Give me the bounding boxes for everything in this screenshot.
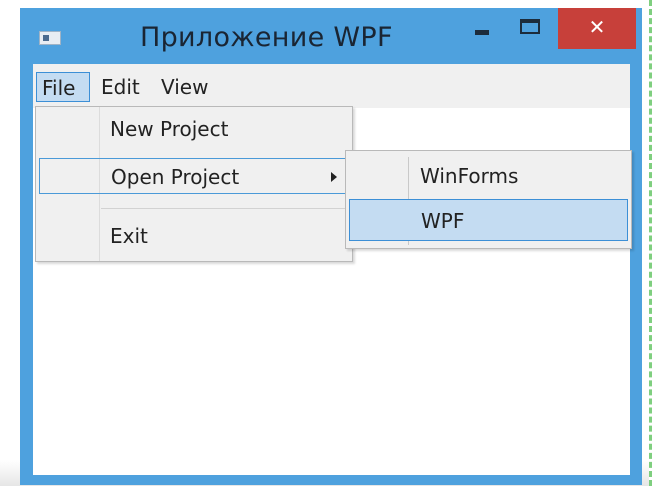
menu-item-new-project[interactable]: New Project xyxy=(39,111,349,147)
menu-separator xyxy=(101,208,349,209)
app-icon[interactable] xyxy=(39,31,61,45)
menu-edit[interactable]: Edit xyxy=(96,72,145,102)
submenu-arrow-icon xyxy=(331,172,337,182)
open-project-submenu: WinForms WPF xyxy=(345,150,632,249)
submenu-item-label: WPF xyxy=(421,209,465,233)
menu-item-exit[interactable]: Exit xyxy=(39,218,349,254)
title-bar[interactable]: Приложение WPF ✕ xyxy=(20,8,642,66)
menu-item-label: Open Project xyxy=(111,165,240,189)
file-dropdown-menu: New Project Open Project Exit xyxy=(35,106,353,262)
menu-bar: File Edit View xyxy=(33,64,630,108)
client-area: File Edit View New Project Open Project … xyxy=(33,64,632,475)
minimize-icon[interactable] xyxy=(475,30,489,35)
window-title: Приложение WPF xyxy=(140,22,393,53)
menu-item-label: New Project xyxy=(110,117,229,141)
submenu-item-label: WinForms xyxy=(420,164,519,188)
app-window: Приложение WPF ✕ File Edit View New Proj… xyxy=(20,8,642,485)
submenu-item-wpf[interactable]: WPF xyxy=(349,199,628,241)
menu-view[interactable]: View xyxy=(156,72,213,102)
submenu-item-winforms[interactable]: WinForms xyxy=(349,155,628,197)
maximize-icon[interactable] xyxy=(520,19,540,34)
menu-file[interactable]: File xyxy=(36,72,90,102)
menu-item-open-project[interactable]: Open Project xyxy=(39,158,349,194)
close-icon[interactable]: ✕ xyxy=(558,8,636,49)
page-border-decoration xyxy=(649,0,667,486)
menu-item-label: Exit xyxy=(110,224,148,248)
